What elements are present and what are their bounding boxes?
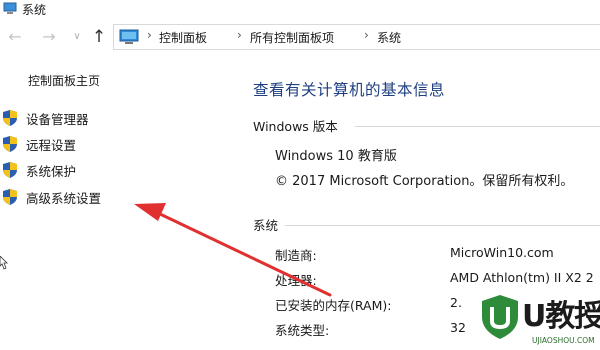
page-title: 查看有关计算机的基本信息 [253,81,446,99]
copyright-text: © 2017 Microsoft Corporation。保留所有权利。 [275,174,574,189]
system-type-label: 系统类型: [275,323,330,338]
sidebar-item-label: 高级系统设置 [26,191,102,206]
windows-edition-value: Windows 10 教育版 [275,149,397,164]
shield-logo-icon [482,295,518,339]
memory-value: 2. [450,295,462,310]
section-divider [285,225,600,226]
sidebar-item-label: 设备管理器 [26,112,89,127]
breadcrumb-system[interactable]: 系统 [377,29,401,46]
shield-icon [3,110,17,126]
sidebar-item-label: 系统保护 [26,164,77,179]
watermark-text: U教授 [522,299,600,334]
shield-icon [3,189,17,205]
computer-icon [3,2,17,14]
chevron-right-icon: › [147,28,152,42]
window-title: 系统 [22,3,47,17]
shield-icon [3,136,17,152]
title-bar: 系统 [0,0,600,20]
windows-edition-heading: Windows 版本 [253,119,338,134]
address-bar[interactable]: › 控制面板 › 所有控制面板项 › 系统 [113,24,600,50]
sidebar-item-label: 远程设置 [26,138,77,153]
manufacturer-label: 制造商: [275,248,317,263]
arrow-right-icon[interactable]: → [40,28,58,46]
chevron-right-icon: › [237,28,242,42]
memory-label: 已安装的内存(RAM): [275,298,392,313]
shield-icon [3,162,17,178]
processor-label: 处理器: [275,273,317,288]
sidebar-home-link[interactable]: 控制面板主页 [28,72,100,89]
section-divider [355,126,600,127]
control-panel-icon [119,29,139,44]
arrow-up-icon[interactable]: ↑ [90,28,108,46]
breadcrumb-control-panel[interactable]: 控制面板 [159,29,207,46]
chevron-down-icon[interactable]: ∨ [68,28,86,46]
watermark-subtext: UJIAOSHOU.COM [532,336,595,345]
chevron-right-icon: › [364,28,369,42]
breadcrumb-all-items[interactable]: 所有控制面板项 [250,29,334,46]
mouse-cursor-icon [0,256,8,270]
navigation-bar: ← → ∨ ↑ › 控制面板 › 所有控制面板项 › 系统 [0,22,600,54]
arrow-left-icon[interactable]: ← [6,28,24,46]
watermark-logo: U教授 UJIAOSHOU.COM [474,290,600,350]
system-type-value: 32 [450,320,466,335]
system-heading: 系统 [253,218,279,233]
processor-value: AMD Athlon(tm) II X2 2 [450,270,594,285]
manufacturer-value: MicroWin10.com [450,245,554,260]
